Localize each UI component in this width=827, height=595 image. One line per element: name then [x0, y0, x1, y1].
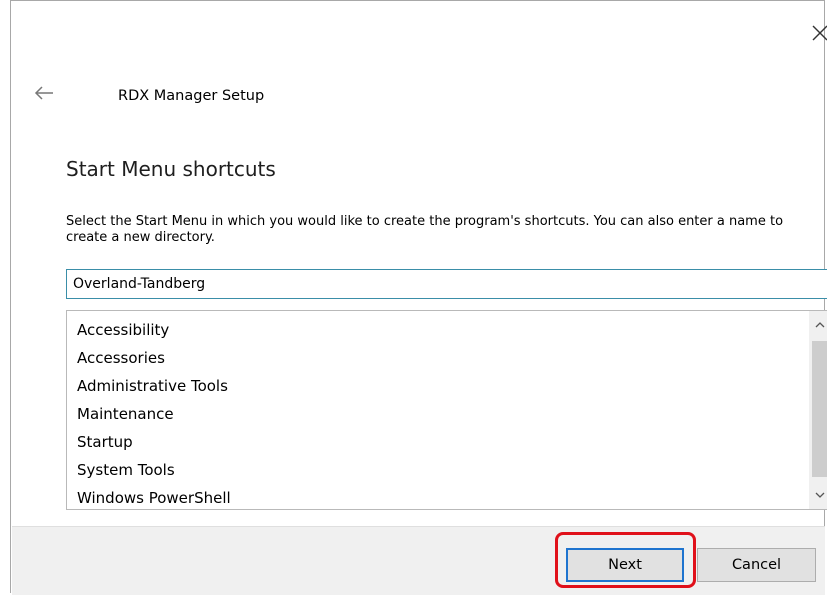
scroll-thumb[interactable]	[812, 341, 827, 477]
cancel-button[interactable]: Cancel	[697, 548, 816, 582]
list-item-accessibility[interactable]: Accessibility	[67, 316, 802, 344]
start-menu-folder-input[interactable]	[66, 269, 827, 299]
back-button[interactable]	[33, 83, 57, 103]
list-scrollbar[interactable]	[809, 311, 827, 509]
close-icon	[812, 25, 827, 41]
setup-window: RDX Manager Setup Start Menu shortcuts S…	[10, 0, 827, 595]
chevron-down-icon	[815, 492, 825, 498]
folder-list-items: Accessibility Accessories Administrative…	[67, 316, 802, 509]
chevron-up-icon	[815, 322, 825, 328]
close-button[interactable]	[806, 19, 827, 47]
scroll-down-button[interactable]	[809, 481, 827, 509]
page-description: Select the Start Menu in which you would…	[66, 214, 784, 245]
next-button[interactable]: Next	[566, 548, 684, 582]
list-item-administrative-tools[interactable]: Administrative Tools	[67, 372, 802, 400]
window-title: RDX Manager Setup	[118, 88, 265, 104]
list-item-windows-powershell[interactable]: Windows PowerShell	[67, 484, 802, 509]
page-heading: Start Menu shortcuts	[66, 157, 276, 181]
list-item-startup[interactable]: Startup	[67, 428, 802, 456]
start-menu-folder-list[interactable]: Accessibility Accessories Administrative…	[66, 310, 827, 510]
list-item-accessories[interactable]: Accessories	[67, 344, 802, 372]
list-item-maintenance[interactable]: Maintenance	[67, 400, 802, 428]
list-item-system-tools[interactable]: System Tools	[67, 456, 802, 484]
back-arrow-icon	[34, 86, 53, 100]
scroll-up-button[interactable]	[809, 311, 827, 339]
